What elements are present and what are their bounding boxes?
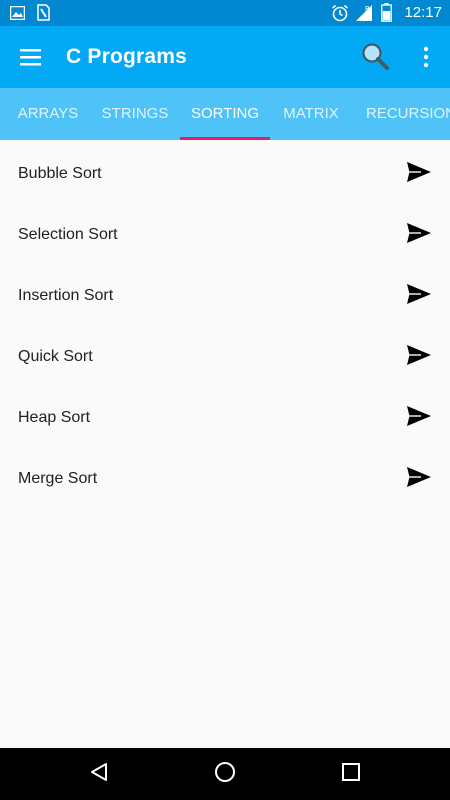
list-item-heap-sort[interactable]: Heap Sort [0, 384, 450, 445]
back-icon [88, 761, 110, 788]
send-icon[interactable] [405, 465, 433, 489]
program-list: Bubble Sort Selection Sort Insertion Sor… [0, 140, 450, 506]
list-item-label: Selection Sort [18, 226, 118, 243]
send-icon[interactable] [405, 343, 433, 367]
recents-button[interactable] [336, 760, 366, 788]
home-icon [213, 760, 237, 789]
status-left-icons [10, 4, 50, 21]
more-options-button[interactable] [414, 42, 438, 72]
send-icon[interactable] [405, 282, 433, 306]
list-item-label: Insertion Sort [18, 287, 114, 304]
app-bar: C Programs [0, 26, 450, 88]
signal-icon: R [355, 4, 375, 22]
back-button[interactable] [84, 760, 114, 788]
list-item-label: Heap Sort [18, 409, 91, 426]
menu-icon [14, 49, 48, 76]
tab-recursion[interactable]: RECURSION [356, 88, 450, 140]
image-notification-icon [10, 5, 25, 20]
app-title: C Programs [66, 45, 188, 68]
search-button[interactable] [358, 40, 392, 74]
alarm-icon [331, 4, 349, 22]
list-item-quick-sort[interactable]: Quick Sort [0, 323, 450, 384]
recents-icon [341, 762, 361, 787]
tab-bar: ARRAYS STRINGS SORTING MATRIX RECURSION [0, 88, 450, 140]
svg-text:R: R [365, 5, 370, 13]
tab-matrix[interactable]: MATRIX [274, 88, 348, 140]
tab-sorting[interactable]: SORTING [180, 88, 270, 140]
menu-button[interactable] [14, 42, 48, 72]
tab-arrays[interactable]: ARRAYS [6, 88, 90, 140]
more-vert-icon [414, 46, 438, 76]
list-item-label: Bubble Sort [18, 165, 102, 182]
list-item-selection-sort[interactable]: Selection Sort [0, 201, 450, 262]
tab-strings[interactable]: STRINGS [94, 88, 176, 140]
status-right-icons: R 12:17 [331, 3, 442, 22]
send-icon[interactable] [405, 221, 433, 245]
search-icon [358, 43, 392, 78]
list-item-bubble-sort[interactable]: Bubble Sort [0, 140, 450, 201]
navigation-bar [0, 748, 450, 800]
list-item-label: Quick Sort [18, 348, 93, 365]
list-item-label: Merge Sort [18, 470, 98, 487]
send-icon[interactable] [405, 404, 433, 428]
send-icon[interactable] [405, 160, 433, 184]
status-bar: R 12:17 [0, 0, 450, 26]
sim-notification-icon [37, 4, 50, 21]
battery-icon [381, 3, 393, 22]
list-item-merge-sort[interactable]: Merge Sort [0, 445, 450, 506]
status-time: 12:17 [404, 4, 442, 21]
home-button[interactable] [210, 760, 240, 788]
list-item-insertion-sort[interactable]: Insertion Sort [0, 262, 450, 323]
